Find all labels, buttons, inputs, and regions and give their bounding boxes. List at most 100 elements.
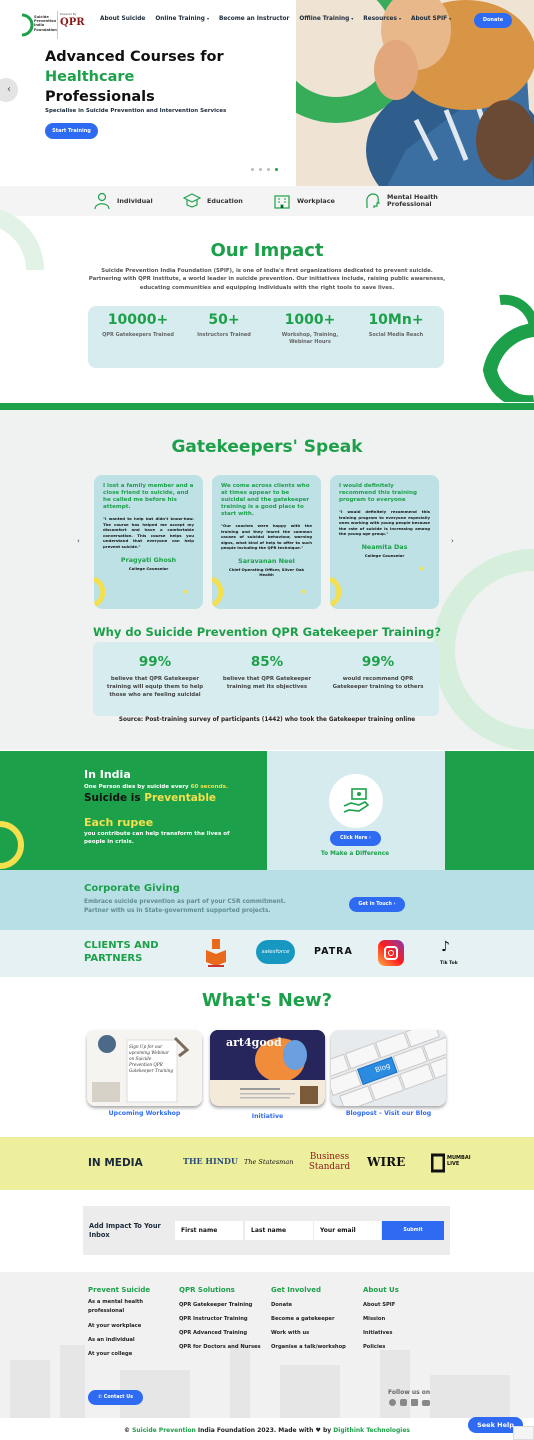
clients-title: CLIENTS AND PARTNERS — [84, 940, 159, 964]
decor-arc-right — [482, 294, 534, 402]
facebook-icon[interactable] — [389, 1399, 396, 1406]
stat-value: 50+ — [208, 312, 240, 328]
rupee-title: Each rupee — [84, 816, 154, 829]
site-logo[interactable]: Suicide Prevention India Foundation Powe… — [20, 11, 90, 39]
email-input[interactable]: Your email — [314, 1221, 381, 1240]
stat-instructors: 50+ Instructors Trained — [184, 312, 264, 339]
last-name-input[interactable]: Last name — [245, 1221, 313, 1240]
main-nav: About Suicide Online Training ▾ Become a… — [100, 16, 451, 22]
footer-link[interactable]: About SPIF — [363, 1298, 443, 1312]
salesforce-logo: salesforce — [256, 940, 295, 964]
testimonial-heading: I lost a family member and a close frien… — [103, 483, 194, 510]
nav-item-about-spif[interactable]: About SPIF ▾ — [411, 16, 451, 22]
click-here-button[interactable]: Click Here › — [330, 831, 381, 846]
corporate-title: Corporate Giving — [84, 883, 180, 894]
start-training-button[interactable]: Start Training — [45, 123, 98, 139]
footer-link[interactable]: QPR Advanced Training — [179, 1326, 269, 1340]
linkedin-icon[interactable] — [411, 1399, 418, 1406]
news-card-blog[interactable]: Blog — [331, 1030, 446, 1106]
footer-link[interactable]: Become a gatekeeper — [271, 1312, 361, 1326]
category-label: Individual — [117, 197, 153, 205]
subscribe-title: Add Impact To Your Inbox — [89, 1222, 161, 1239]
carousel-dot[interactable] — [251, 168, 254, 171]
footer-link[interactable]: Mission — [363, 1312, 443, 1326]
testimonial-text: "I wanted to help but didn't know-how. T… — [103, 516, 194, 549]
stat-hours: 1000+ Workshop, Training, Webinar Hours — [270, 312, 350, 346]
email-placeholder: Your email — [320, 1227, 356, 1234]
nav-item-resources[interactable]: Resources ▾ — [363, 16, 401, 22]
why-value: 85% — [250, 654, 284, 670]
india-side-panel — [445, 751, 534, 871]
nav-item-about-suicide[interactable]: About Suicide — [100, 16, 145, 22]
hero-photo-illustration — [296, 0, 534, 188]
footer-col-involved: Get Involved Donate Become a gatekeeper … — [271, 1286, 361, 1354]
contact-us-button[interactable]: ✆ Contact Us — [88, 1390, 143, 1405]
carousel-dot[interactable] — [259, 168, 262, 171]
footer-link[interactable]: Initiatives — [363, 1326, 443, 1340]
footer-link[interactable]: Work with us — [271, 1326, 361, 1340]
tiktok-icon: ♪ — [441, 939, 450, 955]
footer-col-title: About Us — [363, 1286, 399, 1294]
social-icons — [389, 1399, 430, 1406]
donate-button[interactable]: Donate — [474, 13, 512, 28]
carousel-dot-active[interactable] — [275, 168, 278, 171]
decor-arc-yellow — [0, 821, 24, 869]
category-individual[interactable]: Individual — [93, 192, 153, 210]
footer-link[interactable]: QPR for Doctors and Nurses — [179, 1340, 269, 1354]
footer-link[interactable]: Donate — [271, 1298, 361, 1312]
chevron-down-icon: ▾ — [206, 16, 209, 21]
section-divider — [0, 403, 534, 410]
nav-label: Resources — [363, 16, 397, 22]
nav-label: About Suicide — [100, 16, 146, 22]
copy-dev[interactable]: Digithink Technologies — [333, 1427, 410, 1434]
footer-link[interactable]: At your college — [88, 1347, 174, 1361]
news-card-initiative[interactable]: art4good — [210, 1030, 325, 1106]
nav-item-become-instructor[interactable]: Become an Instructor — [219, 16, 289, 22]
news-caption[interactable]: Blogpost – Visit our Blog — [331, 1110, 446, 1117]
testimonial-name: Saravanan Neel — [238, 556, 295, 565]
category-workplace[interactable]: Workplace — [273, 192, 335, 210]
news-caption[interactable]: Upcoming Workshop — [87, 1110, 202, 1117]
footer-link[interactable]: As a mental health professional — [88, 1298, 148, 1316]
news-card-workshop[interactable]: Sign Up for our upcoming Webinar on Suic… — [87, 1030, 202, 1106]
copy-brand[interactable]: Suicide Prevention — [132, 1427, 196, 1434]
recaptcha-badge[interactable] — [513, 1426, 534, 1440]
instagram-small-icon[interactable] — [400, 1399, 407, 1406]
footer-link[interactable]: QPR Gatekeeper Training — [179, 1298, 269, 1312]
tiktok-label: Tik Tok — [440, 961, 458, 966]
news-caption[interactable]: Initiative — [210, 1113, 325, 1120]
copy-text: © — [124, 1427, 133, 1434]
chevron-down-icon: ▾ — [398, 16, 401, 21]
footer-link[interactable]: As an individual — [88, 1333, 174, 1347]
get-in-touch-button[interactable]: Get in Touch › — [349, 897, 405, 912]
testimonial-prev-button[interactable]: ‹ — [77, 537, 80, 545]
category-education[interactable]: Education — [183, 192, 243, 210]
submit-button[interactable]: Submit — [382, 1221, 444, 1240]
stat-label: Workshop, Training, Webinar Hours — [281, 332, 339, 345]
testimonial-role: Chief Operating Officer, Silver Oak Heal… — [228, 566, 305, 577]
footer-link[interactable]: Policies — [363, 1340, 443, 1354]
footer-link[interactable]: QPR Instructor Training — [179, 1312, 269, 1326]
why-label: believe that QPR Gatekeeper training wil… — [106, 676, 204, 698]
india-title: In India — [84, 768, 131, 781]
footer-link[interactable]: At your workplace — [88, 1319, 174, 1333]
chevron-right-icon: › — [393, 902, 396, 907]
youtube-icon[interactable] — [422, 1399, 430, 1406]
footer-link[interactable]: Organise a talk/workshop — [271, 1340, 361, 1354]
first-name-input[interactable]: First name — [175, 1221, 243, 1240]
carousel-prev-button[interactable]: ‹ — [0, 78, 18, 102]
carousel-dot[interactable] — [267, 168, 270, 171]
stat-value: 10Mn+ — [368, 312, 424, 328]
nav-item-offline-training[interactable]: Offline Training ▾ — [299, 16, 353, 22]
follow-label: Follow us on — [388, 1389, 431, 1396]
nav-item-online-training[interactable]: Online Training ▾ — [155, 16, 209, 22]
testimonial-next-button[interactable]: › — [451, 537, 454, 545]
corporate-text: Embrace suicide prevention as part of yo… — [84, 899, 286, 914]
head-brain-icon — [366, 193, 380, 208]
stat-reach: 10Mn+ Social Media Reach — [356, 312, 436, 339]
category-mental-health[interactable]: Mental Health Professional — [363, 192, 449, 210]
testimonial-card: We come across clients who at times appe… — [212, 475, 321, 609]
testimonial-heading: We come across clients who at times appe… — [221, 483, 310, 517]
footer-col-title: Get Involved — [271, 1286, 321, 1294]
survey-source: Source: Post-training survey of particip… — [118, 717, 416, 723]
